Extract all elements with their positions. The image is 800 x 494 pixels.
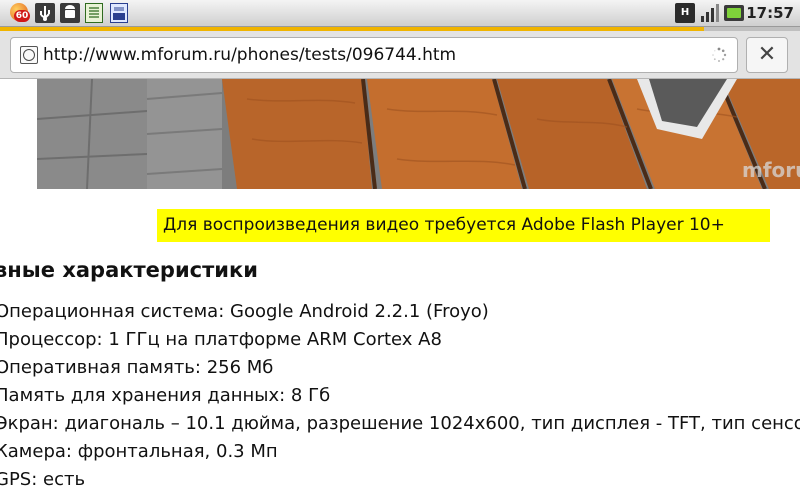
status-clock: 17:57 <box>746 4 794 22</box>
spec-item-os: Операционная система: Google Android 2.2… <box>0 301 489 322</box>
usb-icon[interactable] <box>35 3 55 23</box>
browser-toolbar: http://www.mforum.ru/phones/tests/096744… <box>0 31 800 79</box>
loading-spinner-icon <box>712 47 727 62</box>
url-field[interactable]: http://www.mforum.ru/phones/tests/096744… <box>10 37 738 73</box>
notification-count: 60 <box>14 10 30 22</box>
status-bar: 60 H 17:57 <box>0 0 800 27</box>
notes-icon-2[interactable] <box>110 3 128 23</box>
spec-list: Операционная система: Google Android 2.2… <box>0 298 800 494</box>
spec-item-storage: Память для хранения данных: 8 Гб <box>0 385 331 406</box>
svg-text:mforum: mforum <box>742 158 800 182</box>
signal-icon <box>700 3 720 23</box>
url-text[interactable]: http://www.mforum.ru/phones/tests/096744… <box>43 38 456 72</box>
spec-item-gps: GPS: есть <box>0 469 86 490</box>
notification-badge-icon[interactable]: 60 <box>10 3 32 23</box>
spec-item-cpu: Процессор: 1 ГГц на платформе ARM Cortex… <box>0 329 442 350</box>
stop-loading-button[interactable]: ✕ <box>746 37 788 73</box>
spec-item-camera: Камера: фронтальная, 0.3 Мп <box>0 441 278 462</box>
hsdpa-icon: H <box>675 3 695 23</box>
flash-required-notice: Для воспроизведения видео требуется Adob… <box>157 209 770 242</box>
article-photo: mforum <box>37 79 800 189</box>
battery-icon <box>724 5 744 21</box>
network-type-label: H <box>680 7 690 18</box>
site-favicon-icon <box>20 46 38 64</box>
spec-item-ram: Оперативная память: 256 Мб <box>0 357 274 378</box>
notes-icon[interactable] <box>85 3 103 23</box>
android-debug-icon[interactable] <box>60 3 80 23</box>
spec-item-screen: Экран: диагональ – 10.1 дюйма, разрешени… <box>0 413 800 434</box>
section-heading: вные характеристики <box>0 258 258 282</box>
